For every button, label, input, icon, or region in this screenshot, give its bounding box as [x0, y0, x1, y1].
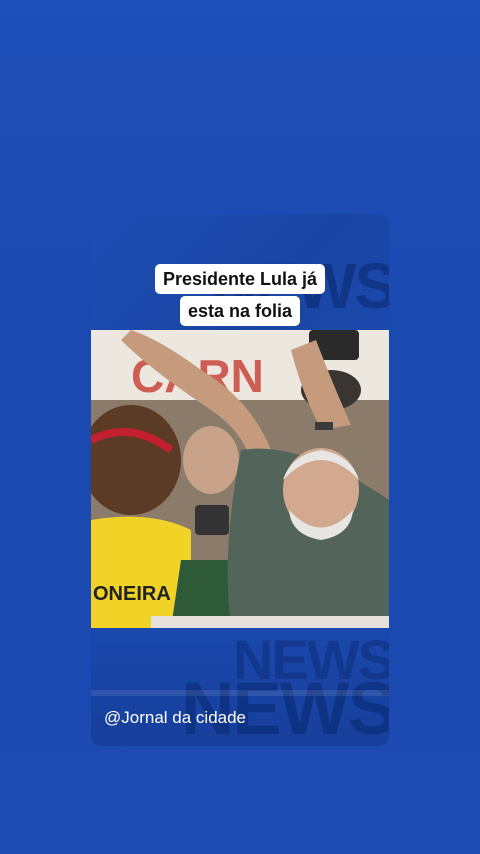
video-card[interactable]: NEWS CARN ONEIRA	[91, 214, 389, 746]
video-frame[interactable]: CARN ONEIRA	[91, 330, 389, 628]
channel-handle[interactable]: @Jornal da cidade	[104, 708, 246, 728]
caption: Presidente Lula já esta na folia	[91, 264, 389, 326]
footer-stripe	[91, 690, 389, 696]
video-frame-illustration: CARN ONEIRA	[91, 330, 389, 628]
caption-line-2: esta na folia	[179, 296, 301, 326]
shirt-text: ONEIRA	[93, 583, 171, 605]
caption-line-1: Presidente Lula já	[154, 264, 326, 294]
